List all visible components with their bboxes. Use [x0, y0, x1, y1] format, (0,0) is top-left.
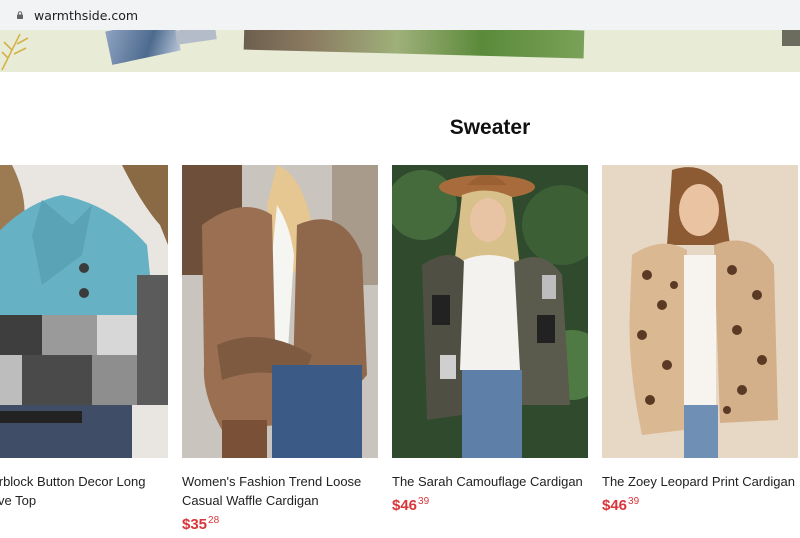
price-dollars: $35 — [182, 516, 208, 533]
price-dollars: $46 — [602, 497, 628, 514]
price-cents: 39 — [418, 496, 430, 507]
browser-address-bar[interactable]: warmthside.com — [0, 0, 800, 31]
leaf-decoration-icon — [1, 33, 29, 71]
section-title: Sweater — [449, 116, 531, 139]
product-price: $4639 — [602, 496, 722, 514]
product-image[interactable] — [182, 165, 378, 458]
price-cents: 39 — [628, 496, 640, 507]
product-title[interactable]: Women's Fashion Trend Loose Casual Waffl… — [182, 472, 382, 510]
banner-photo — [243, 30, 585, 59]
product-price: $05 — [0, 515, 92, 533]
product-title[interactable]: The Sarah Camouflage Cardigan — [392, 472, 592, 491]
product-title[interactable]: Colorblock Button Decor Long Sleeve Top — [0, 472, 172, 510]
banner-photo — [105, 30, 181, 65]
product-title[interactable]: The Zoey Leopard Print Cardigan — [602, 472, 800, 491]
hero-banner — [0, 30, 800, 72]
product-image[interactable] — [602, 165, 798, 458]
product-image[interactable] — [0, 165, 168, 458]
lock-icon — [17, 11, 23, 19]
banner-photo — [175, 30, 217, 45]
banner-photo — [782, 30, 800, 46]
product-price: $3528 — [182, 515, 302, 533]
product-price: $4639 — [392, 496, 512, 514]
url-text[interactable]: warmthside.com — [34, 8, 138, 23]
price-cents: 28 — [208, 515, 220, 526]
product-image[interactable] — [392, 165, 588, 458]
price-dollars: $46 — [392, 497, 418, 514]
